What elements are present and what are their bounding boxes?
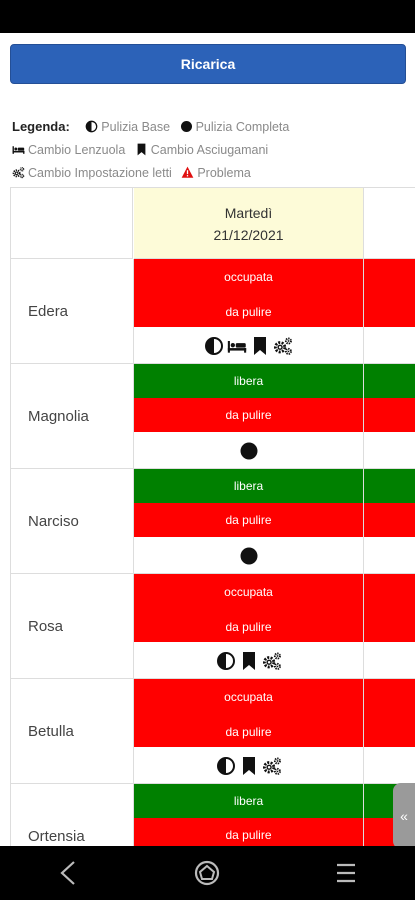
bookmark-icon bbox=[239, 756, 259, 776]
legend-item: Cambio Lenzuola bbox=[12, 143, 125, 157]
half-circle-icon bbox=[216, 651, 236, 671]
gears-icon bbox=[12, 166, 25, 179]
warning-icon bbox=[181, 166, 194, 179]
full-circle-icon bbox=[239, 441, 259, 461]
side-panel-toggle[interactable]: « bbox=[393, 783, 415, 846]
next-status-band bbox=[364, 679, 415, 747]
full-circle-icon bbox=[239, 546, 259, 566]
bookmark-icon bbox=[250, 336, 270, 356]
status-band[interactable]: occupata da pulire bbox=[134, 574, 363, 642]
legend-label: Cambio Lenzuola bbox=[28, 143, 126, 157]
gears-icon bbox=[273, 336, 293, 356]
room-name[interactable]: Ortensia bbox=[10, 784, 134, 846]
occupancy-status[interactable]: libera bbox=[134, 364, 363, 398]
legend-label: Problema bbox=[197, 166, 251, 180]
room-name[interactable]: Narciso bbox=[10, 469, 134, 574]
full-circle-icon bbox=[180, 120, 193, 133]
room-name[interactable]: Magnolia bbox=[10, 364, 134, 469]
date-date: 21/12/2021 bbox=[213, 227, 284, 243]
next-status-band bbox=[364, 259, 415, 327]
grid-corner bbox=[10, 187, 133, 259]
app-content: Ricarica Legenda: Pulizia Base Pulizia C… bbox=[0, 33, 415, 846]
room-row: Narciso libera da pulire bbox=[10, 469, 415, 574]
task-icons bbox=[134, 539, 363, 573]
room-day-cell[interactable]: occupata da pulire bbox=[134, 574, 415, 679]
cleaning-status: da pulire bbox=[225, 620, 272, 634]
half-circle-icon bbox=[204, 336, 224, 356]
reload-button[interactable]: Ricarica bbox=[10, 44, 406, 84]
occupancy-status[interactable]: libera bbox=[134, 784, 363, 818]
half-circle-icon bbox=[85, 120, 98, 133]
room-name[interactable]: Edera bbox=[10, 259, 134, 364]
room-name[interactable]: Betulla bbox=[10, 679, 134, 784]
room-row: Rosa occupata da pulire bbox=[10, 574, 415, 679]
system-nav-bar bbox=[0, 846, 415, 900]
room-row: Betulla occupata da pulire bbox=[10, 679, 415, 784]
legend: Legenda: Pulizia Base Pulizia Completa C… bbox=[12, 115, 407, 185]
room-day-cell[interactable]: occupata da pulire bbox=[134, 259, 415, 364]
gears-icon bbox=[262, 651, 282, 671]
room-day-cell[interactable]: libera da pulire bbox=[134, 469, 415, 574]
task-icons bbox=[134, 749, 363, 783]
bed-icon bbox=[12, 143, 25, 156]
legend-item: Problema bbox=[181, 166, 251, 180]
legend-label: Cambio Asciugamani bbox=[150, 143, 269, 157]
date-column-header[interactable]: Martedì 21/12/2021 bbox=[134, 188, 363, 259]
next-day-cell[interactable] bbox=[363, 574, 415, 679]
cleaning-status: da pulire bbox=[225, 305, 272, 319]
bookmark-icon bbox=[239, 651, 259, 671]
next-day-cell[interactable] bbox=[363, 679, 415, 784]
occupancy-status: occupata bbox=[224, 585, 273, 599]
legend-label: Pulizia Completa bbox=[195, 120, 290, 134]
room-name[interactable]: Rosa bbox=[10, 574, 134, 679]
next-status-band bbox=[364, 469, 415, 503]
occupancy-status: occupata bbox=[224, 270, 273, 284]
legend-title: Legenda: bbox=[12, 119, 70, 134]
room-day-cell[interactable]: occupata da pulire bbox=[134, 679, 415, 784]
room-day-cell[interactable]: libera da pulire bbox=[134, 784, 415, 846]
status-band[interactable]: occupata da pulire bbox=[134, 679, 363, 747]
task-icons bbox=[134, 329, 363, 363]
legend-label: Cambio Impostazione letti bbox=[28, 166, 172, 180]
room-row: Edera occupata da pulire bbox=[10, 259, 415, 364]
room-day-cell[interactable]: libera da pulire bbox=[134, 364, 415, 469]
bookmark-icon bbox=[135, 143, 148, 156]
occupancy-status: occupata bbox=[224, 690, 273, 704]
cleaning-status[interactable]: da pulire bbox=[134, 818, 363, 846]
next-day-cell[interactable] bbox=[363, 259, 415, 364]
next-date-column-header[interactable] bbox=[363, 187, 415, 259]
status-band[interactable]: occupata da pulire bbox=[134, 259, 363, 327]
recents-icon[interactable] bbox=[316, 846, 376, 900]
cleaning-status[interactable]: da pulire bbox=[134, 398, 363, 432]
next-status-band bbox=[364, 398, 415, 432]
next-status-band bbox=[364, 574, 415, 642]
task-icons bbox=[134, 434, 363, 468]
task-icons bbox=[134, 644, 363, 678]
status-bar bbox=[0, 0, 415, 33]
next-day-cell[interactable] bbox=[363, 469, 415, 574]
legend-item: Cambio Impostazione letti bbox=[12, 166, 172, 180]
next-status-band bbox=[364, 364, 415, 398]
legend-label: Pulizia Base bbox=[101, 120, 171, 134]
home-icon[interactable] bbox=[177, 846, 237, 900]
room-row: Ortensia libera da pulire bbox=[10, 784, 415, 846]
cleaning-status: da pulire bbox=[225, 725, 272, 739]
occupancy-status[interactable]: libera bbox=[134, 469, 363, 503]
bed-icon bbox=[227, 336, 247, 356]
back-icon[interactable] bbox=[39, 846, 99, 900]
half-circle-icon bbox=[216, 756, 236, 776]
gears-icon bbox=[262, 756, 282, 776]
next-status-band bbox=[364, 503, 415, 537]
cleaning-status[interactable]: da pulire bbox=[134, 503, 363, 537]
legend-item: Pulizia Base bbox=[85, 120, 170, 134]
legend-item: Cambio Asciugamani bbox=[135, 143, 268, 157]
date-day: Martedì bbox=[224, 205, 273, 221]
legend-item: Pulizia Completa bbox=[180, 120, 290, 134]
room-row: Magnolia libera da pulire bbox=[10, 364, 415, 469]
next-day-cell[interactable] bbox=[363, 364, 415, 469]
